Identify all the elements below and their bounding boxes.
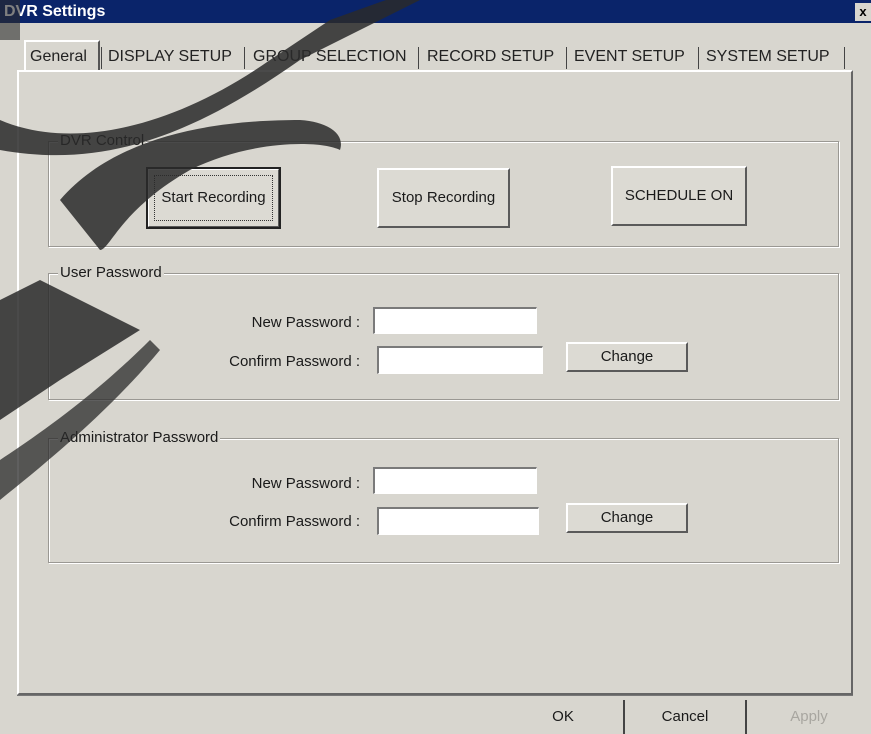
stop-recording-label: Stop Recording [391,189,496,206]
user-password-group [48,273,839,400]
stop-recording-button[interactable]: Stop Recording [377,168,510,228]
dvr-control-title: DVR Control [58,132,147,150]
admin-confirm-password-label: Confirm Password : [229,513,360,530]
close-button[interactable]: x [855,3,871,21]
user-confirm-password-label: Confirm Password : [229,353,360,370]
user-new-password-input[interactable] [373,307,537,334]
cancel-button[interactable]: Cancel [625,700,747,734]
ok-label: OK [552,708,574,725]
close-icon: x [859,4,867,19]
tab-divider [844,47,845,69]
tab-record-setup[interactable]: RECORD SETUP [427,45,554,69]
apply-button[interactable]: Apply [747,700,871,734]
tab-divider [101,47,102,69]
start-recording-button[interactable]: Start Recording [146,167,281,229]
footer-divider [17,695,853,696]
admin-change-label: Change [600,509,654,526]
user-confirm-password-input[interactable] [377,346,543,374]
schedule-on-label: SCHEDULE ON [624,187,734,204]
tab-display-setup[interactable]: DISPLAY SETUP [108,45,232,69]
tab-system-setup[interactable]: SYSTEM SETUP [706,45,830,69]
tab-divider [244,47,245,69]
user-new-password-label: New Password : [251,314,360,331]
user-change-label: Change [600,348,654,365]
tab-divider [418,47,419,69]
admin-new-password-label: New Password : [251,475,360,492]
window-title: DVR Settings [4,3,106,20]
admin-password-group [48,438,839,563]
admin-new-password-input[interactable] [373,467,537,494]
tab-event-setup[interactable]: EVENT SETUP [574,45,685,69]
admin-confirm-password-input[interactable] [377,507,539,535]
title-bar: DVR Settings x [0,0,871,23]
cancel-label: Cancel [661,708,709,725]
tab-group-selection[interactable]: GROUP SELECTION [253,45,407,69]
tab-divider [698,47,699,69]
ok-button[interactable]: OK [503,700,625,734]
tab-divider [566,47,567,69]
admin-password-title: Administrator Password [58,429,221,447]
tab-general-label[interactable]: General [30,45,87,69]
admin-change-button[interactable]: Change [566,503,688,533]
user-change-button[interactable]: Change [566,342,688,372]
start-recording-label: Start Recording [161,189,266,206]
user-password-title: User Password [58,264,164,282]
dvr-settings-window: DVR Settings x General DISPLAY SETUP GRO… [0,0,871,734]
schedule-on-button[interactable]: SCHEDULE ON [611,166,747,226]
apply-label: Apply [790,708,828,725]
